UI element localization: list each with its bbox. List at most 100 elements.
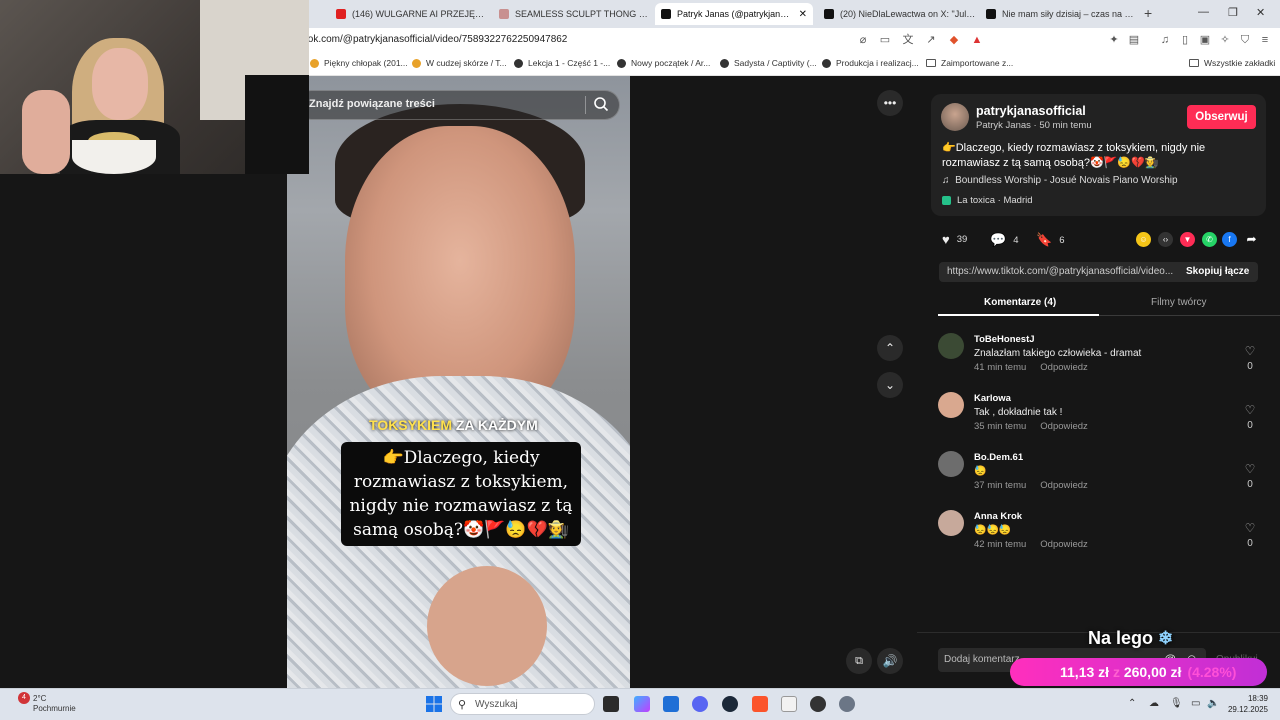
reply-button[interactable]: Odpowiedz — [1040, 539, 1088, 550]
network-icon[interactable]: ▭ — [1191, 698, 1200, 709]
bookmark-3[interactable]: Lekcja 1 - Część 1 -... — [514, 58, 610, 68]
minimize-button[interactable]: — — [1198, 6, 1209, 18]
tab-tiktok-2[interactable]: Nie mam siły dzisiaj – czas na odpo — [980, 3, 1138, 25]
copy-link-button[interactable]: Skopiuj łącze — [1186, 266, 1249, 277]
heart-icon[interactable]: ♡ — [1243, 344, 1257, 358]
site-icon — [617, 58, 626, 68]
tab-tiktok[interactable]: Patryk Janas (@patrykjanasof ✕ — [655, 3, 813, 25]
avatar[interactable] — [938, 510, 964, 536]
bookmark-2[interactable]: W cudzej skórze / T... — [412, 58, 507, 68]
comment-like-count: 0 — [1247, 479, 1253, 490]
speaker-icon[interactable]: 🔈 — [1207, 698, 1219, 709]
avatar[interactable] — [938, 392, 964, 418]
close-tab-icon[interactable]: ✕ — [799, 9, 807, 20]
floating-player-icon[interactable]: ⧉ — [846, 648, 872, 674]
tab-comments[interactable]: Komentarze (4) — [984, 297, 1056, 308]
comment-author[interactable]: Karlowa — [974, 393, 1011, 404]
task-view-icon[interactable] — [603, 696, 619, 712]
brave-icon[interactable] — [752, 696, 768, 712]
weather-widget[interactable]: 2°C Pochmurnie — [33, 694, 76, 714]
extensions-icon[interactable]: ✦ — [1107, 33, 1121, 47]
translate-icon[interactable]: 文 — [901, 33, 915, 47]
comment-time: 37 min temu — [974, 480, 1027, 491]
more-options-icon[interactable]: ••• — [877, 90, 903, 116]
notepad-icon[interactable] — [781, 696, 797, 712]
comment-author[interactable]: ToBeHonestJ — [974, 334, 1035, 345]
taskbar-search-input[interactable] — [450, 693, 595, 715]
tab-x[interactable]: (20) NieDlaLewactwa on X: "Julka : " — [818, 3, 976, 25]
ai-icon[interactable]: ✧ — [1218, 33, 1232, 47]
steam-icon[interactable] — [722, 696, 738, 712]
reply-button[interactable]: Odpowiedz — [1040, 421, 1088, 432]
panel-icon[interactable]: ▯ — [1178, 33, 1192, 47]
brave-shield-icon[interactable]: ◆ — [947, 33, 961, 47]
url-text[interactable]: tok.com/@patrykjanasofficial/video/75893… — [305, 34, 567, 45]
heart-icon[interactable]: ♡ — [1243, 521, 1257, 535]
comment-time: 42 min temu — [974, 539, 1027, 550]
microphone-icon[interactable]: 🎙 — [1170, 698, 1183, 709]
heart-icon[interactable]: ♡ — [1243, 403, 1257, 417]
avatar[interactable] — [938, 451, 964, 477]
no-tracking-icon[interactable]: ⌀ — [856, 33, 870, 47]
vpn-icon[interactable]: ⛉ — [1238, 33, 1252, 47]
volume-icon[interactable]: 🔊 — [877, 648, 903, 674]
screen-icon[interactable]: ▭ — [878, 33, 892, 47]
bookmark-4[interactable]: Nowy początek / Ar... — [617, 58, 710, 68]
facebook-icon[interactable]: f — [1222, 232, 1237, 247]
repost-icon[interactable]: ☺ — [1136, 232, 1151, 247]
copilot-icon[interactable] — [634, 696, 650, 712]
whatsapp-icon[interactable]: ✆ — [1202, 232, 1217, 247]
search-divider — [585, 96, 586, 114]
post-username[interactable]: patrykjanasofficial — [976, 104, 1086, 118]
location-line[interactable]: La toxica · Madrid — [942, 195, 1033, 206]
embed-icon[interactable]: ‹› — [1158, 232, 1173, 247]
comment-button[interactable]: 💬 4 — [990, 232, 1018, 248]
close-window-button[interactable]: ✕ — [1256, 6, 1265, 19]
heart-icon[interactable]: ♡ — [1243, 462, 1257, 476]
bookmark-folder-all[interactable]: Wszystkie zakładki — [1189, 58, 1275, 68]
video-player[interactable]: TOKSYKIEM ZA KAŻDYM 👉Dlaczego, kiedy roz… — [287, 76, 630, 688]
settings-icon[interactable] — [839, 696, 855, 712]
bookmark-folder-imported[interactable]: Zaimportowane z... — [926, 58, 1013, 68]
wallet-icon[interactable]: ▣ — [1198, 33, 1212, 47]
related-search-placeholder: Znajdź powiązane treści — [309, 98, 435, 110]
cloud-icon[interactable]: ☁ — [1149, 698, 1159, 709]
tab-youtube[interactable]: (146) WULGARNE AI PRZEJĘŁO SPOT — [330, 3, 488, 25]
save-button[interactable]: 🔖 6 — [1036, 232, 1064, 248]
tab-shop[interactable]: SEAMLESS SCULPT THONG BODYSU — [493, 3, 649, 25]
sidebar-icon[interactable]: ▤ — [1127, 33, 1141, 47]
search-icon[interactable] — [593, 96, 609, 112]
obs-icon[interactable] — [810, 696, 826, 712]
bookmark-1[interactable]: Piękny chłopak (201... — [310, 58, 408, 68]
music-icon[interactable]: ♫ — [1158, 33, 1172, 47]
taskbar-clock[interactable]: 18:39 29.12.2025 — [1226, 693, 1268, 715]
music-line[interactable]: ♫ Boundless Worship - Josué Novais Piano… — [942, 175, 1178, 186]
comment-text: 😓😓😓 — [974, 525, 1012, 536]
rewards-icon[interactable]: ▲ — [970, 33, 984, 47]
comment-author[interactable]: Anna Krok — [974, 511, 1022, 522]
previous-video-button[interactable]: ⌃ — [877, 335, 903, 361]
share-arrow-icon[interactable]: ➦ — [1244, 232, 1259, 247]
store-icon[interactable] — [663, 696, 679, 712]
tiktok-icon — [661, 9, 671, 19]
comment-author[interactable]: Bo.Dem.61 — [974, 452, 1023, 463]
follow-button[interactable]: Obserwuj — [1187, 105, 1256, 129]
x-icon — [824, 9, 834, 19]
chevron-up-icon[interactable]: ⌃ — [1128, 698, 1136, 709]
windows-start-icon[interactable] — [426, 696, 442, 712]
share-page-icon[interactable]: ↗ — [924, 33, 938, 47]
menu-icon[interactable]: ≡ — [1258, 33, 1272, 47]
send-icon[interactable]: ▼ — [1180, 232, 1195, 247]
bookmark-6[interactable]: Produkcja i realizacj... — [822, 58, 919, 68]
reply-button[interactable]: Odpowiedz — [1040, 362, 1088, 373]
avatar[interactable] — [938, 333, 964, 359]
discord-icon[interactable] — [692, 696, 708, 712]
bookmark-5[interactable]: Sadysta / Captivity (... — [720, 58, 817, 68]
new-tab-button[interactable]: + — [1144, 5, 1152, 21]
next-video-button[interactable]: ⌄ — [877, 372, 903, 398]
avatar[interactable] — [941, 103, 969, 131]
tab-creator-videos[interactable]: Filmy twórcy — [1151, 297, 1207, 308]
maximize-button[interactable]: ❐ — [1228, 6, 1238, 19]
reply-button[interactable]: Odpowiedz — [1040, 480, 1088, 491]
like-button[interactable]: ♥ 39 — [942, 232, 967, 247]
